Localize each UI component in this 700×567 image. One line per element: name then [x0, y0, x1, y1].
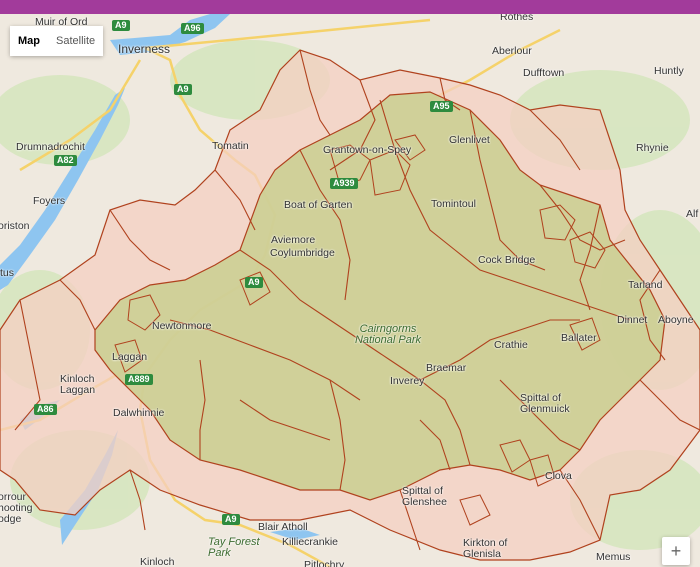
place-label: Cock Bridge — [478, 254, 536, 266]
place-label: Ballater — [561, 332, 597, 344]
place-label: Drumnadrochit — [16, 141, 85, 153]
place-label: Dalwhinnie — [113, 407, 165, 419]
place-label: Crathie — [494, 339, 528, 351]
place-label: Rothes — [500, 14, 534, 23]
map-type-map-button[interactable]: Map — [10, 26, 48, 56]
place-label: Spittal of Glenmuick — [520, 392, 570, 415]
place-label: Huntly — [654, 65, 684, 77]
place-label: Boat of Garten — [284, 199, 353, 211]
place-label: Pitlochry — [304, 559, 345, 567]
place-label: Spittal of Glenshee — [402, 485, 447, 508]
place-label: Glenlivet — [449, 134, 490, 146]
map-canvas[interactable]: A9 A96 A9 A82 A95 A939 A9 A86 A889 A9 Mu… — [0, 14, 700, 567]
top-color-bar — [0, 0, 700, 14]
place-label: oriston — [0, 220, 30, 232]
map-graphics — [0, 14, 700, 567]
road-shield-a95: A95 — [430, 101, 453, 112]
place-label: Aviemore — [271, 234, 316, 246]
place-label: Tomatin — [212, 140, 249, 152]
place-label: Laggan — [112, 351, 148, 363]
map-type-satellite-button[interactable]: Satellite — [48, 26, 104, 56]
road-shield-a9: A9 — [222, 514, 240, 525]
road-shield-a9: A9 — [174, 84, 192, 95]
road-shield-a889: A889 — [125, 374, 153, 385]
place-label: Inverey — [390, 375, 425, 387]
place-label: Newtonmore — [152, 320, 212, 332]
place-label: Tomintoul — [431, 198, 476, 210]
place-label: Tarland — [628, 279, 663, 291]
zoom-in-button[interactable]: + — [662, 537, 690, 565]
place-label: Dufftown — [523, 67, 565, 79]
place-label: Aberlour — [492, 45, 532, 57]
place-label: Blair Atholl — [258, 521, 308, 533]
place-label: Tay Forest Park — [208, 536, 260, 559]
road-shield-a9: A9 — [112, 20, 130, 31]
place-label: Kirkton of Glenisla — [463, 537, 508, 560]
place-label: Foyers — [33, 195, 66, 207]
plus-icon: + — [670, 540, 682, 561]
place-label: Rhynie — [636, 142, 669, 154]
place-label: orrour hooting odge — [0, 491, 33, 525]
road-shield-a82: A82 — [54, 155, 77, 166]
place-label: Inverness — [118, 42, 171, 56]
place-label: Clova — [545, 470, 572, 482]
place-label: Memus — [596, 551, 631, 563]
place-label: Dinnet — [617, 314, 648, 326]
road-shield-a96: A96 — [181, 23, 204, 34]
road-shield-a9: A9 — [245, 277, 263, 288]
place-label: Aboyne — [658, 314, 694, 326]
place-label: Kinloch Laggan — [60, 373, 96, 396]
road-shield-a86: A86 — [34, 404, 57, 415]
road-shield-a939: A939 — [330, 178, 358, 189]
place-label: Killiecrankie — [282, 536, 339, 548]
place-label: Grantown-on-Spey — [323, 144, 412, 156]
place-label: tus — [0, 267, 15, 279]
place-label: Braemar — [426, 362, 467, 374]
place-label: Kinloch — [140, 556, 175, 567]
place-label: Alf — [686, 208, 699, 220]
park-label: Cairngorms National Park — [354, 323, 422, 346]
place-label: Coylumbridge — [270, 247, 335, 259]
map-type-control: Map Satellite — [10, 26, 104, 56]
